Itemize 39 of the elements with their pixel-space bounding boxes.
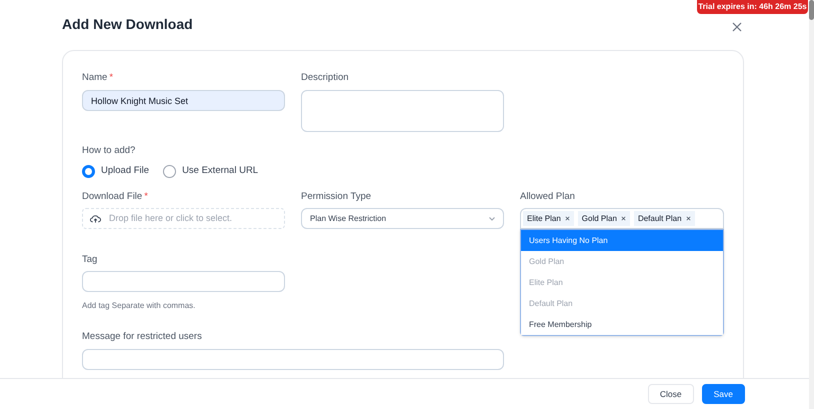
- field-label: Download File: [82, 190, 142, 204]
- remove-icon[interactable]: [686, 216, 691, 222]
- radio-label: Use External URL: [182, 164, 258, 178]
- trial-badge: Trial expires in: 46h 26m 25s: [697, 0, 808, 14]
- file-drop-zone[interactable]: Drop file here or click to select.: [82, 208, 285, 230]
- upload-cloud-icon: [90, 214, 101, 224]
- radio-button[interactable]: [82, 164, 95, 178]
- description-field[interactable]: [301, 90, 504, 132]
- tag-hint: Add tag Separate with commas.: [82, 300, 196, 312]
- drop-zone-placeholder: Drop file here or click to select.: [109, 212, 232, 225]
- field-label: Message for restricted users: [82, 330, 202, 344]
- required-mark: *: [144, 190, 148, 204]
- close-button[interactable]: Close: [648, 384, 694, 404]
- radio-label: Upload File: [101, 164, 150, 178]
- field-label: Description: [301, 71, 349, 86]
- restricted-message-field[interactable]: [82, 348, 504, 370]
- field-label: Tag: [82, 252, 98, 267]
- dialog-title: Add New Download: [62, 15, 193, 34]
- scrollbar-thumb[interactable]: [809, 0, 814, 20]
- field-label: How to add?: [82, 144, 136, 158]
- chevron-down-icon: [489, 216, 495, 221]
- plan-chip: Elite Plan: [523, 211, 574, 226]
- save-button[interactable]: Save: [702, 384, 745, 404]
- required-mark: *: [109, 71, 114, 86]
- radio-button[interactable]: [163, 164, 176, 178]
- plan-multiselect[interactable]: Elite Plan Gold Plan Default Plan: [520, 208, 724, 230]
- close-icon[interactable]: [732, 22, 742, 32]
- plan-chip: Gold Plan: [578, 211, 630, 226]
- tag-field[interactable]: [82, 271, 285, 292]
- plan-option[interactable]: Free Membership: [521, 314, 723, 336]
- field-label: Name: [82, 71, 108, 86]
- plan-chip: Default Plan: [634, 211, 695, 226]
- remove-icon[interactable]: [564, 216, 570, 222]
- plan-option[interactable]: Users Having No Plan: [521, 230, 723, 252]
- field-label: Permission Type: [301, 190, 372, 204]
- field-label: Allowed Plan: [520, 190, 575, 204]
- permission-select[interactable]: Plan Wise Restriction: [301, 208, 504, 230]
- remove-icon[interactable]: [620, 216, 626, 222]
- name-field[interactable]: Hollow Knight Music Set: [82, 90, 285, 111]
